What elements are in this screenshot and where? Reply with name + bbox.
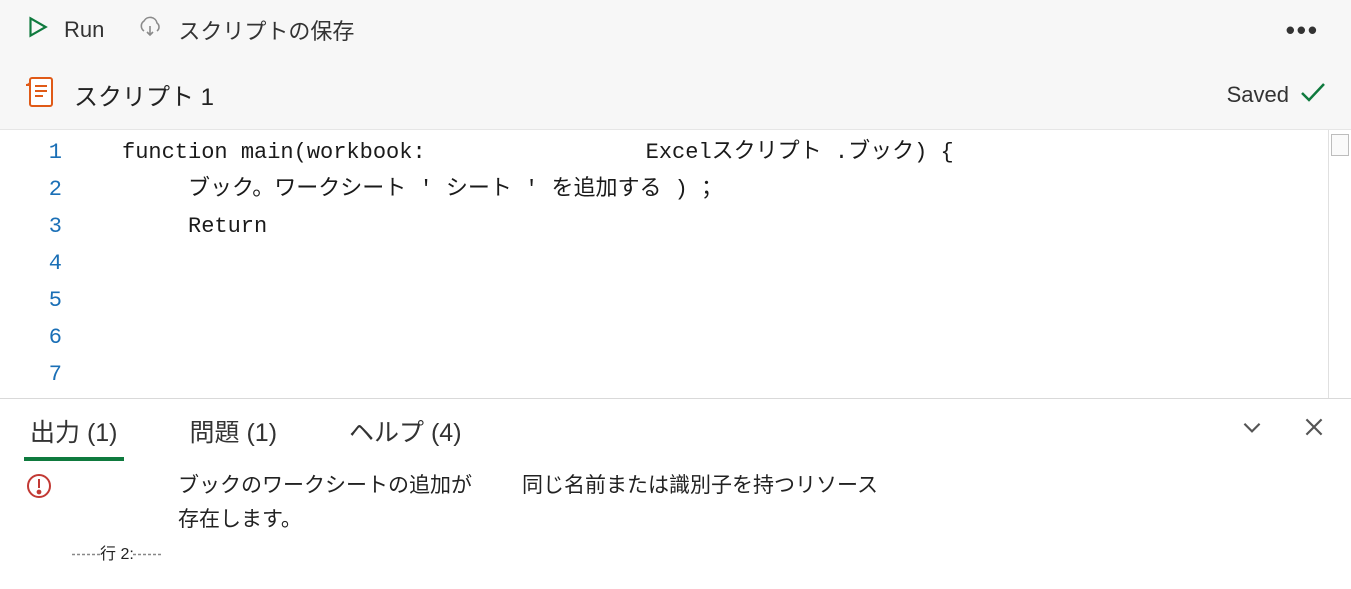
error-icon (26, 469, 52, 589)
code-line: function main(workbook:Excelスクリプト .ブック) … (80, 134, 1328, 171)
error-row: 行 2: 既に ブックのワークシートの追加が存在します。 同じ名前または識別子を… (72, 469, 922, 589)
checkmark-icon (1299, 80, 1327, 110)
line-number: 4 (0, 245, 62, 282)
tab-output[interactable]: 出力 (1) (26, 399, 122, 459)
run-button[interactable]: Run (24, 14, 104, 46)
more-icon: ••• (1286, 15, 1319, 45)
play-icon (24, 14, 50, 46)
more-options-button[interactable]: ••• (1278, 11, 1327, 50)
run-label: Run (64, 17, 104, 43)
script-name[interactable]: スクリプト 1 (74, 77, 1211, 112)
toolbar: Run スクリプトの保存 ••• (0, 0, 1351, 60)
close-panel-button[interactable] (1301, 414, 1327, 445)
collapse-panel-button[interactable] (1239, 414, 1265, 445)
panel-body: 行 2: 既に ブックのワークシートの追加が存在します。 同じ名前または識別子を… (0, 459, 1351, 589)
error-message-primary: ブックのワークシートの追加が存在します。 (178, 469, 488, 589)
saved-label: Saved (1227, 82, 1289, 108)
code-line: Return (80, 208, 1328, 245)
line-number: 2 (0, 171, 62, 208)
cloud-sync-icon (136, 13, 164, 47)
panel-tabs: 出力 (1) 問題 (1) ヘルプ (4) (0, 399, 1351, 459)
code-line: ブック。ワークシート ' シート ' を追加する ) ； (80, 171, 1328, 208)
vertical-scrollbar[interactable] (1329, 130, 1351, 398)
line-number: 3 (0, 208, 62, 245)
close-icon (1301, 427, 1327, 444)
script-file-icon (24, 75, 58, 114)
line-number: 6 (0, 319, 62, 356)
line-number: 1 (0, 134, 62, 171)
tab-problems[interactable]: 問題 (1) (186, 399, 282, 459)
error-message-secondary: 同じ名前または識別子を持つリソース (522, 469, 922, 589)
script-header: スクリプト 1 Saved (0, 60, 1351, 130)
panel-actions (1239, 414, 1327, 445)
code-area[interactable]: function main(workbook:Excelスクリプト .ブック) … (80, 130, 1329, 398)
saved-status: Saved (1227, 80, 1327, 110)
code-editor[interactable]: 1 2 3 4 5 6 7 function main(workbook:Exc… (0, 130, 1351, 398)
chevron-down-icon (1239, 427, 1265, 444)
tab-help[interactable]: ヘルプ (4) (345, 399, 466, 459)
save-script-label: スクリプトの保存 (178, 14, 354, 46)
line-number: 7 (0, 356, 62, 393)
line-number-gutter: 1 2 3 4 5 6 7 (0, 130, 80, 398)
save-script-button[interactable]: スクリプトの保存 (136, 13, 354, 47)
output-panel: 出力 (1) 問題 (1) ヘルプ (4) (0, 398, 1351, 589)
line-number: 5 (0, 282, 62, 319)
error-line-ref: 行 2: 既に (72, 469, 144, 589)
